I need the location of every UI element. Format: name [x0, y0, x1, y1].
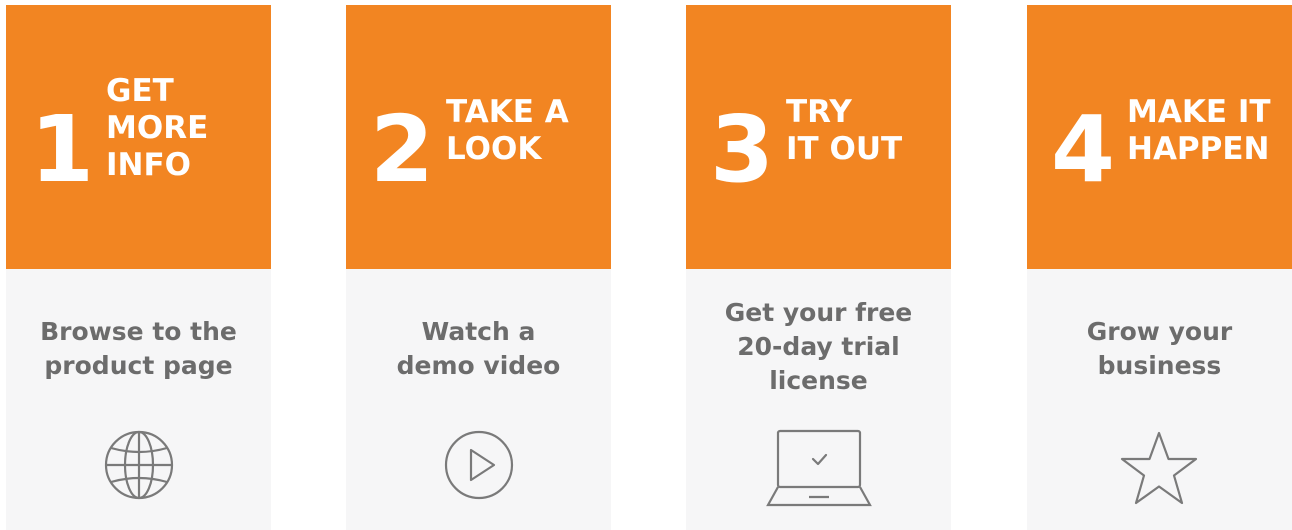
step-body-4: Grow your business [1027, 269, 1292, 530]
step-card-3: 3 TRY IT OUT Get your free 20-day trial … [686, 5, 951, 530]
step-description-3: Get your free 20-day trial license [724, 298, 913, 395]
star-icon [1120, 431, 1198, 505]
step-header-1: 1 GET MORE INFO [6, 5, 271, 269]
step-body-1: Browse to the product page [6, 269, 271, 530]
globe-icon [103, 429, 175, 501]
step-card-2: 2 TAKE A LOOK Watch a demo video [346, 5, 611, 530]
play-icon[interactable] [443, 429, 515, 501]
step-body-3: Get your free 20-day trial license [686, 269, 951, 530]
step-description-1: Browse to the product page [40, 317, 237, 380]
step-number-4: 4 [1051, 96, 1115, 203]
step-header-4: 4 MAKE IT HAPPEN [1027, 5, 1292, 269]
laptop-check-icon [766, 429, 872, 507]
step-title-1: GET MORE INFO [106, 73, 209, 183]
step-title-4: MAKE IT HAPPEN [1127, 94, 1271, 167]
step-body-2: Watch a demo video [346, 269, 611, 530]
step-card-1: 1 GET MORE INFO Browse to the product pa… [6, 5, 271, 530]
step-header-2: 2 TAKE A LOOK [346, 5, 611, 269]
step-title-3: TRY IT OUT [786, 94, 903, 167]
step-description-4: Grow your business [1086, 317, 1233, 380]
step-card-4: 4 MAKE IT HAPPEN Grow your business [1027, 5, 1292, 530]
step-title-2: TAKE A LOOK [446, 94, 569, 167]
step-number-3: 3 [710, 96, 774, 203]
step-header-3: 3 TRY IT OUT [686, 5, 951, 269]
step-description-2: Watch a demo video [396, 317, 561, 380]
step-number-2: 2 [370, 96, 434, 203]
step-number-1: 1 [30, 96, 94, 203]
